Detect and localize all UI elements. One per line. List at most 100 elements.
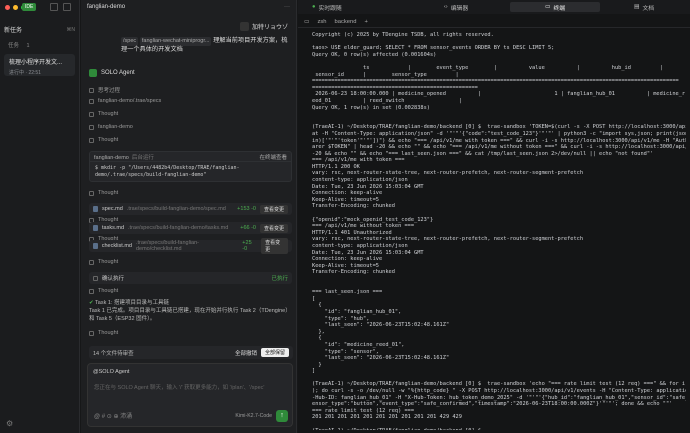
folder-step[interactable]: fanglian-demo/.trae/specs <box>89 98 161 104</box>
join-chip[interactable]: 加特リョウゾ <box>239 22 288 31</box>
command-line: $ mkdir -p "/Users/4482b4/Desktop/TRAE/f… <box>95 165 240 171</box>
thought-icon <box>89 190 94 196</box>
task-update-title: Task 1: 搭建项目目录与工具链 <box>95 300 169 306</box>
tab-label: 终端 <box>553 5 566 12</box>
terminal-line: ========================================… <box>312 78 679 85</box>
check-circle-icon: ✔ <box>89 300 94 306</box>
terminal-line: eed_01 | reed_switch | <box>312 97 462 104</box>
solo-agent-logo-icon <box>89 69 97 77</box>
terminal-line: (TraeAI-1) ~/Desktop/TRAE/fanglian-demo/… <box>312 124 686 131</box>
terminal-line: 2026-06-23 18:00:00.000 | medicine_opene… <box>312 91 686 98</box>
terminal-session-icon: ▭ <box>304 18 310 25</box>
chat-input-box[interactable]: @SOLO Agent 您正在与 SOLO Agent 聊天，输入 '/' 获取… <box>87 363 293 427</box>
tab-docs[interactable]: ▤ 文档 <box>604 2 684 12</box>
project-title[interactable]: fanglian-demo <box>87 4 125 10</box>
input-toolbar[interactable]: @ # ⊙ ⊕ 沛涌 <box>94 411 132 420</box>
app-window: IDE 新任务 ⌘N 任务 1 梳理小程序开发文... 进行中 · 22:51 … <box>0 0 690 433</box>
command-body: $ mkdir -p "/Users/4482b4/Desktop/TRAE/f… <box>90 162 291 182</box>
step-label[interactable]: Thought <box>98 329 118 337</box>
folder-step[interactable]: fanglian-demo <box>89 124 133 130</box>
terminal-line: -20 && echo "" && echo "=== last_seen.js… <box>312 150 654 157</box>
terminal-line: } <box>312 361 322 368</box>
thought-step[interactable]: Thought <box>89 190 118 196</box>
settings-gear-icon[interactable]: ⚙ <box>6 419 13 428</box>
terminal-line: (TraeAI-1) ~/Desktop/TRAE/fanglian-demo/… <box>312 381 686 388</box>
tab-label: 文档 <box>642 5 655 12</box>
terminal-line: vary: rsc, next-router-state-tree, next-… <box>312 170 584 177</box>
open-in-terminal-link[interactable]: 在终端查看 <box>259 153 287 161</box>
thought-step[interactable]: Thought <box>89 137 118 143</box>
task-update-message: ✔ Task 1: 搭建项目目录与工具链 Task 1 已完成。项目目录与工具链… <box>89 299 294 337</box>
terminal-line: "last_seen": "2026-06-23T15:02:48.161Z" <box>312 355 450 362</box>
terminal-session-bar: ▭ zsh backend + <box>298 16 690 28</box>
agent-name: SOLO Agent <box>101 70 135 76</box>
file-pill[interactable]: fanglian-wechat-miniprogr... <box>139 37 212 46</box>
close-window-button[interactable] <box>5 5 10 10</box>
ide-mode-badge[interactable]: IDE <box>22 3 37 11</box>
file-path: .trae/specs/build-fanglian-demo/tasks.md <box>128 225 229 231</box>
terminal-line: Date: Tue, 23 Jun 2026 15:03:04 GMT <box>312 183 424 190</box>
terminal-line: Copyright (c) 2025 by TDengine TSDB, all… <box>312 32 494 38</box>
input-tools[interactable]: @ # ⊙ ⊕ 沛涌 <box>94 411 132 420</box>
reject-all-button[interactable]: 全部撤销 <box>235 349 257 357</box>
chat-panel: fanglian-demo ··· 加特リョウゾ /spec fanglian-… <box>81 0 297 433</box>
view-changes-button[interactable]: 查看变更 <box>259 223 288 233</box>
tab-live-follow[interactable]: ● 实时跟随 <box>302 2 402 12</box>
thought-step[interactable]: Thought <box>89 288 118 294</box>
thinking-step[interactable]: 思考过程 <box>89 86 120 94</box>
confirm-execution-row[interactable]: 确认执行 已执行 <box>89 272 292 284</box>
thought-icon <box>89 87 94 93</box>
user-message: /spec fanglian-wechat-miniprogr... 理解当前项… <box>121 37 291 54</box>
terminal-line: ts | event_type | value | hub_id | <box>312 64 663 71</box>
file-change-tasks[interactable]: tasks.md .trae/specs/build-fanglian-demo… <box>89 222 292 234</box>
thought-step[interactable]: Thought <box>89 111 118 117</box>
terminal-output[interactable]: Copyright (c) 2025 by TDengine TSDB, all… <box>312 32 686 430</box>
new-task-button[interactable]: 新任务 ⌘N <box>4 24 75 35</box>
model-selector[interactable]: Kimi-K2.7-Code <box>235 413 272 419</box>
command-header: fanglian-demo 后台运行 在终端查看 <box>90 152 291 162</box>
command-block: fanglian-demo 后台运行 在终端查看 $ mkdir -p "/Us… <box>89 151 292 182</box>
view-changes-button[interactable]: 查看变更 <box>261 238 289 254</box>
file-name: checklist.md <box>101 243 132 249</box>
view-changes-button[interactable]: 查看变更 <box>259 204 288 214</box>
file-change-spec[interactable]: spec.md .trae/specs/build-fanglian-demo/… <box>89 203 292 215</box>
more-options-icon[interactable]: ··· <box>284 4 290 10</box>
layout-icon[interactable] <box>63 3 71 11</box>
terminal-line: content-type: application/json <box>312 177 408 184</box>
tab-editor[interactable]: ‹› 编辑器 <box>406 2 506 12</box>
file-change-checklist[interactable]: checklist.md .trae/specs/build-fanglian-… <box>89 238 292 254</box>
send-icon[interactable]: ↑ <box>276 410 288 422</box>
sidebar-toggle-icon[interactable] <box>50 3 58 11</box>
terminal-line: "last_seen": "2026-06-23T15:02:48.161Z" <box>312 322 450 329</box>
minimize-window-button[interactable] <box>13 5 18 10</box>
pending-files-count[interactable]: 14 个文件待审查 <box>93 349 134 357</box>
folder-icon <box>89 124 94 130</box>
terminal-line: "id": "medicine_reed_01", <box>312 341 405 348</box>
terminal-line: ] <box>312 368 316 375</box>
step-label: Thought <box>98 137 119 143</box>
task-status: 进行中 · 22:51 <box>9 70 41 76</box>
file-name: spec.md <box>102 206 123 212</box>
tab-terminal[interactable]: ▭ 终端 <box>510 2 600 12</box>
terminal-line: { <box>312 302 322 309</box>
workspace-tabs: ● 实时跟随 ‹› 编辑器 ▭ 终端 ▤ 文档 <box>298 0 690 14</box>
avatar <box>239 22 249 31</box>
tasks-count: 1 <box>26 43 30 49</box>
terminal-line: Transfer-Encoding: chunked <box>312 269 395 276</box>
terminal-line: "type": "hub", <box>312 315 370 322</box>
shell-name[interactable]: zsh <box>317 19 326 25</box>
thought-icon <box>89 288 94 294</box>
agent-mention[interactable]: @SOLO Agent <box>93 369 129 375</box>
line-delta: +153 -0 <box>237 206 256 212</box>
session-name[interactable]: backend <box>335 19 357 25</box>
chat-input-placeholder[interactable]: 您正在与 SOLO Agent 聊天，输入 '/' 获取更多能力，如 '/pla… <box>94 383 264 391</box>
terminal-line: === /api/v1/me with token === <box>312 157 405 164</box>
agent-header: SOLO Agent <box>89 69 135 77</box>
thought-step[interactable]: Thought <box>89 259 118 265</box>
accept-all-button[interactable]: 全部保留 <box>260 348 289 357</box>
step-label: Thought <box>98 111 119 117</box>
task-item[interactable]: 梳理小程序开发文... 进行中 · 22:51 <box>4 54 75 76</box>
add-session-icon[interactable]: + <box>364 19 367 25</box>
step-label: fanglian-demo <box>98 124 133 130</box>
